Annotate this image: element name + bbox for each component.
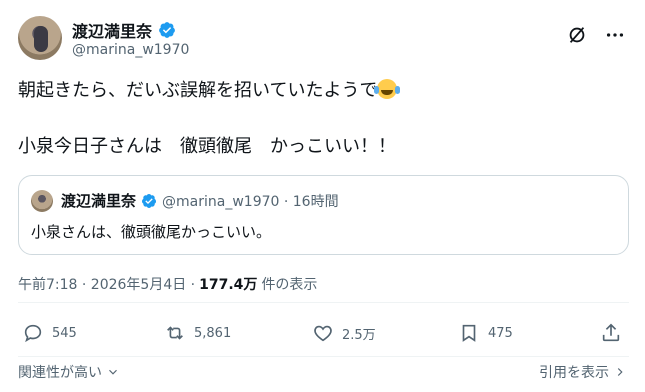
tweet-text: 朝起きたら、だいぶ誤解を招いていたようで	[18, 80, 378, 101]
author-display-name[interactable]: 渡辺満里奈	[72, 18, 152, 42]
bookmark-button[interactable]: 475	[458, 322, 513, 344]
verified-badge-icon	[142, 193, 157, 208]
reply-button[interactable]: 545	[22, 322, 77, 344]
reply-count: 545	[52, 325, 77, 341]
quoted-author-avatar	[31, 190, 53, 212]
like-count: 2.5万	[342, 327, 376, 343]
quoted-handle-time: @marina_w1970 · 16時間	[162, 193, 339, 210]
verified-badge-icon	[159, 22, 175, 38]
bookmark-icon	[462, 324, 476, 342]
sort-replies-dropdown[interactable]: 関連性が高い	[18, 362, 120, 382]
quoted-tweet-text: 小泉さんは、徹頭徹尾かっこいい。	[31, 223, 272, 241]
quotes-label: 引用を表示	[539, 365, 609, 381]
author-name-row: 渡辺満里奈	[72, 18, 176, 42]
quoted-tweet-header: 渡辺満里奈 @marina_w1970 · 16時間	[61, 190, 339, 211]
tweet-header: 渡辺満里奈 @marina_w1970	[18, 14, 630, 66]
view-quotes-link[interactable]: 引用を表示	[539, 362, 627, 382]
repost-count: 5,861	[194, 325, 232, 341]
share-button[interactable]	[600, 322, 622, 344]
like-button[interactable]: 2.5万	[312, 322, 376, 344]
tweet-body-line-1: 朝起きたら、だいぶ誤解を招いていたようで	[18, 79, 398, 103]
tweet-body-line-2: 小泉今日子さんは 徹頭徹尾 かっこいい！！	[18, 136, 396, 157]
bookmark-count: 475	[488, 325, 513, 341]
more-options-icon[interactable]	[604, 24, 626, 46]
chevron-down-icon	[109, 369, 117, 375]
repost-button[interactable]: 5,861	[164, 322, 231, 344]
action-bar: 545 5,861 2.5万 475	[18, 322, 629, 352]
author-handle[interactable]: @marina_w1970	[72, 42, 189, 58]
chevron-right-icon	[617, 368, 623, 376]
views-label: 件の表示	[261, 277, 318, 293]
share-icon	[602, 323, 620, 342]
repost-icon	[167, 326, 183, 340]
tears-of-joy-emoji-icon	[374, 79, 398, 99]
views-count: 177.4万	[199, 277, 258, 293]
heart-icon	[314, 325, 332, 342]
divider	[18, 356, 629, 357]
quoted-author-name: 渡辺満里奈	[61, 192, 137, 210]
tweet-meta: 午前7:18 · 2026年5月4日 · 177.4万 件の表示	[18, 274, 317, 294]
reply-icon	[24, 324, 42, 343]
tweet-timestamp[interactable]: 午前7:18 · 2026年5月4日 ·	[18, 274, 195, 294]
grok-icon[interactable]	[566, 24, 588, 46]
author-avatar[interactable]	[18, 16, 62, 60]
divider	[18, 302, 629, 303]
quoted-tweet[interactable]: 渡辺満里奈 @marina_w1970 · 16時間 小泉さんは、徹頭徹尾かっこ…	[18, 175, 629, 255]
sort-label: 関連性が高い	[18, 365, 102, 381]
